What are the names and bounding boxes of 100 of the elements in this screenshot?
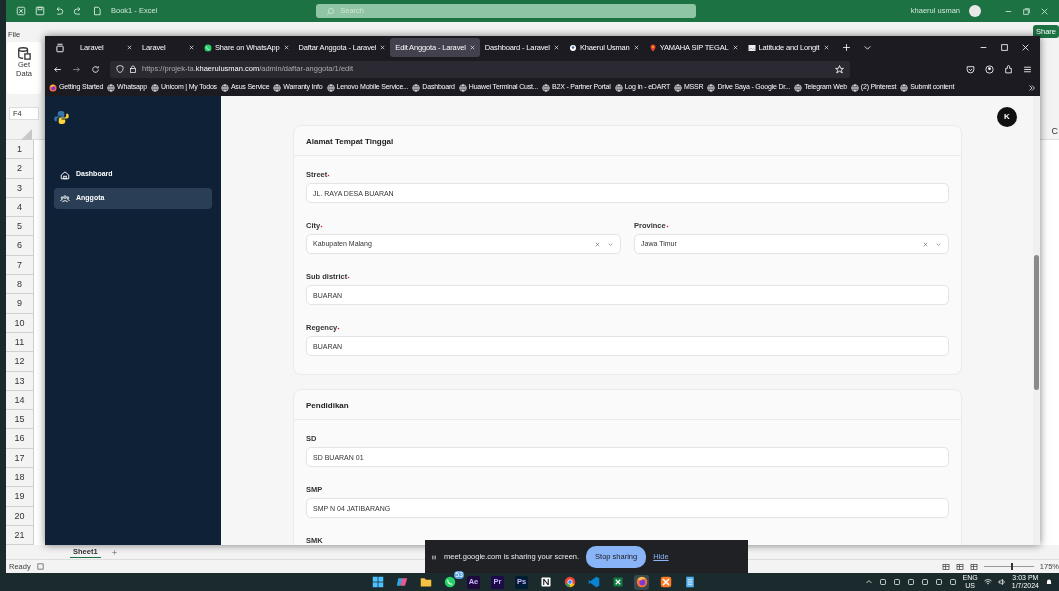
normal-view-icon[interactable] — [941, 562, 950, 571]
taskbar-app[interactable] — [370, 574, 385, 590]
close-icon[interactable] — [632, 44, 640, 51]
row-header[interactable]: 17 — [6, 448, 34, 469]
row-header[interactable]: 6 — [6, 236, 34, 256]
row-header[interactable]: 18 — [6, 468, 34, 488]
wifi-icon[interactable] — [983, 578, 992, 586]
folder-icon — [419, 576, 432, 588]
maximize-icon[interactable] — [1000, 43, 1009, 52]
chrome-logo-icon — [563, 576, 576, 588]
section-title: Pendidikan — [294, 390, 961, 420]
account-icon[interactable] — [985, 64, 994, 74]
row-header[interactable]: 14 — [6, 390, 34, 411]
row-header[interactable]: 1 — [6, 140, 34, 160]
speaker-icon[interactable] — [997, 578, 1006, 586]
row-header[interactable]: 11 — [6, 332, 34, 353]
row-header[interactable]: 4 — [6, 197, 34, 218]
spreadsheet-icon — [611, 576, 624, 588]
row-header[interactable]: 12 — [6, 352, 34, 372]
plus-icon — [110, 548, 118, 556]
chat-icon — [443, 576, 456, 588]
tab-overview-icon[interactable] — [55, 42, 65, 53]
excel-logo-icon — [16, 6, 26, 16]
restore-icon[interactable] — [1022, 6, 1031, 16]
clear-icon[interactable] — [922, 240, 929, 248]
plus-icon[interactable] — [841, 43, 851, 52]
row-header[interactable]: 5 — [6, 217, 34, 237]
row-header[interactable]: 9 — [6, 294, 34, 314]
people-icon — [60, 193, 70, 204]
globe-icon — [151, 83, 159, 92]
row-header[interactable]: 20 — [6, 506, 34, 526]
undo-icon[interactable] — [54, 6, 64, 16]
taskbar-app[interactable] — [562, 574, 577, 590]
globe-icon — [673, 83, 682, 92]
row-header[interactable]: 19 — [6, 487, 34, 507]
document-icon[interactable] — [92, 6, 102, 16]
row-header[interactable]: 7 — [6, 255, 34, 276]
row-header[interactable]: 2 — [6, 159, 34, 179]
pause-icon[interactable] — [431, 553, 437, 561]
fox-logo-icon — [635, 576, 648, 588]
chat-icon — [204, 43, 212, 52]
taskbar-app[interactable] — [442, 574, 457, 590]
row-header[interactable]: 15 — [6, 410, 34, 430]
globe-icon — [458, 83, 467, 92]
notebook-icon — [539, 576, 552, 588]
avatar-placeholder — [969, 5, 981, 17]
row-header[interactable]: 8 — [6, 275, 34, 295]
profile-icon — [568, 43, 577, 52]
lock-icon — [129, 65, 137, 73]
close-icon[interactable] — [552, 44, 560, 51]
globe-icon — [273, 83, 282, 92]
reload-icon[interactable] — [91, 64, 100, 74]
pocket-icon[interactable] — [966, 64, 975, 74]
taskbar-app[interactable] — [634, 574, 649, 590]
star-icon[interactable] — [835, 64, 844, 74]
python-logo-icon — [54, 109, 69, 127]
code-editor-icon — [587, 576, 600, 588]
globe-icon — [107, 83, 116, 92]
zoom-slider[interactable] — [1011, 563, 1014, 570]
page-break-icon[interactable] — [969, 562, 978, 571]
clear-icon[interactable] — [594, 240, 601, 248]
home-icon — [60, 169, 70, 180]
scrollbar-thumb[interactable] — [1034, 255, 1039, 390]
globe-icon — [614, 83, 623, 92]
row-header[interactable]: 10 — [6, 313, 34, 333]
close-icon[interactable] — [468, 44, 476, 51]
bell-icon[interactable] — [1045, 578, 1053, 586]
avatar[interactable]: K — [997, 107, 1017, 127]
page-layout-icon[interactable] — [955, 562, 964, 571]
chevron-double-right-icon[interactable] — [1028, 83, 1036, 92]
database-icon — [17, 46, 31, 60]
row-header[interactable]: 3 — [6, 178, 34, 198]
forward-icon[interactable] — [72, 64, 81, 74]
map-pin-icon — [648, 43, 657, 52]
globe-icon — [412, 83, 421, 92]
globe-icon — [794, 83, 803, 92]
chevron-down-icon[interactable] — [862, 43, 872, 52]
globe-icon — [707, 83, 716, 92]
windows-logo-icon — [371, 576, 384, 588]
globe-icon — [850, 83, 859, 92]
globe-icon — [542, 83, 550, 92]
section-title: Alamat Tempat Tinggal — [294, 126, 961, 156]
row-header[interactable]: 13 — [6, 371, 34, 391]
back-icon[interactable] — [53, 64, 62, 74]
globe-icon — [220, 83, 229, 92]
close-icon[interactable] — [282, 44, 290, 51]
image-icon — [747, 43, 756, 52]
menu-icon[interactable] — [1023, 64, 1032, 74]
redo-icon[interactable] — [73, 6, 83, 16]
close-icon[interactable] — [379, 44, 387, 51]
xampp-icon — [659, 576, 672, 588]
save-icon[interactable] — [35, 6, 45, 16]
column-header[interactable]: C — [1051, 122, 1059, 139]
extensions-icon[interactable] — [1004, 64, 1013, 74]
fox-logo-icon — [49, 83, 57, 92]
row-header[interactable]: 16 — [6, 429, 34, 449]
taskbar-app[interactable] — [658, 574, 673, 590]
notepad-icon — [683, 576, 696, 588]
search-icon — [326, 6, 336, 16]
chevron-up-icon[interactable] — [864, 578, 873, 586]
